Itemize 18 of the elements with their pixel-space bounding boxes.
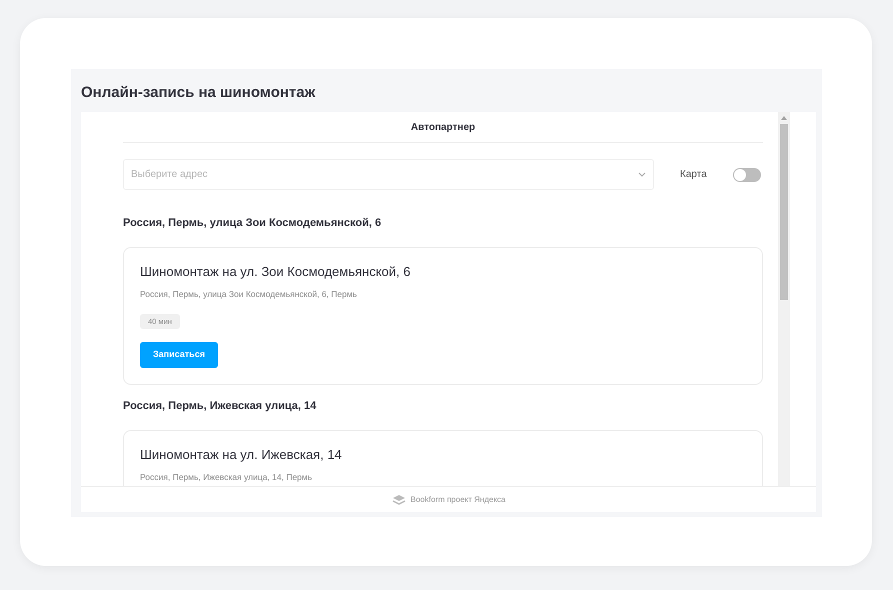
scrollbar-thumb[interactable] — [780, 124, 788, 300]
service-address: Россия, Пермь, улица Зои Космодемьянской, 6, Пермь — [140, 288, 358, 300]
scrollbar[interactable] — [778, 112, 790, 486]
scroll-up-icon[interactable] — [781, 116, 787, 120]
map-toggle[interactable] — [732, 168, 761, 182]
company-name: Автопартнер — [410, 120, 476, 134]
page-title: Онлайн-запись на шиномонтаж — [80, 83, 316, 103]
address-select[interactable]: Выберите адрес — [123, 159, 654, 190]
service-title: Шиномонтаж на ул. Зои Космодемьянской, 6 — [140, 264, 412, 280]
service-title: Шиномонтаж на ул. Ижевская, 14 — [140, 447, 343, 463]
stack-icon — [392, 494, 406, 506]
chevron-down-icon — [638, 172, 646, 177]
location-heading: Россия, Пермь, улица Зои Космодемьянской, 6 — [123, 216, 382, 230]
map-label: Карта — [680, 168, 707, 182]
location-heading: Россия, Пермь, Ижевская улица, 14 — [123, 399, 318, 413]
service-address: Россия, Пермь, Ижевская улица, 14, Пермь — [140, 471, 314, 483]
book-button[interactable]: Записаться — [140, 342, 218, 368]
footer-text: Bookform проект Яндекса — [410, 494, 506, 506]
